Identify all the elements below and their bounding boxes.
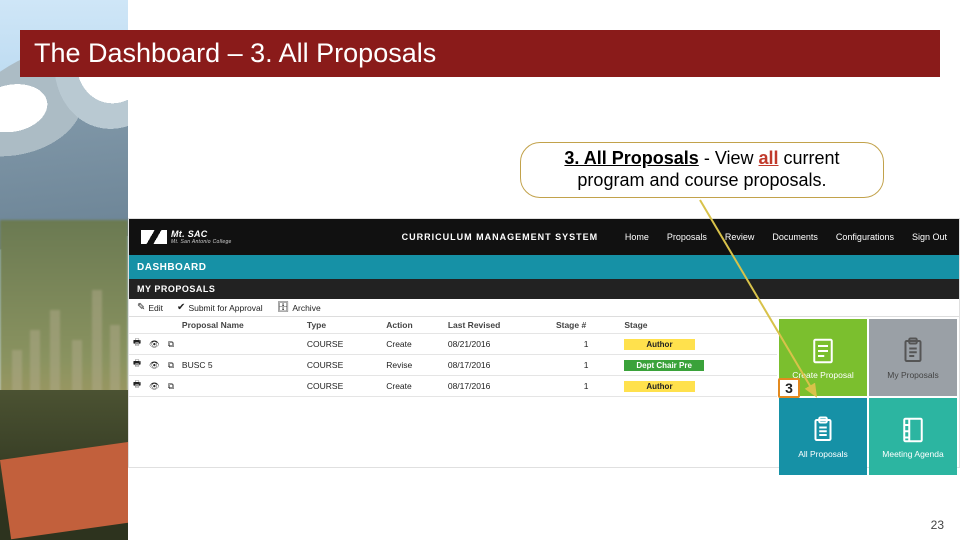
row-view-icon[interactable]: 👁 bbox=[145, 334, 164, 355]
table-row[interactable]: 🖶👁⧉ COURSECreate08/21/20161Author bbox=[129, 334, 777, 355]
nav-home[interactable]: Home bbox=[625, 232, 649, 242]
slide-number: 23 bbox=[931, 518, 944, 532]
tile-meeting-agenda[interactable]: Meeting Agenda bbox=[869, 398, 957, 475]
nav-review[interactable]: Review bbox=[725, 232, 755, 242]
action-tiles: Create Proposal My Proposals All Proposa… bbox=[777, 317, 959, 477]
edit-button[interactable]: ✎Edit bbox=[137, 303, 163, 313]
row-print-icon[interactable]: 🖶 bbox=[129, 355, 145, 376]
cell-stage: Author bbox=[620, 334, 777, 355]
notebook-icon bbox=[898, 415, 928, 445]
cell-stagenum: 1 bbox=[552, 334, 620, 355]
check-icon: ✔ bbox=[177, 303, 185, 313]
tile-all-proposals[interactable]: All Proposals bbox=[779, 398, 867, 475]
row-view-icon[interactable]: 👁 bbox=[145, 376, 164, 397]
callout-bubble: 3. All Proposals - View all current prog… bbox=[520, 142, 884, 198]
cell-type: COURSE bbox=[303, 376, 382, 397]
tile-my-proposals[interactable]: My Proposals bbox=[869, 319, 957, 396]
cell-action: Create bbox=[382, 376, 444, 397]
clipboard-icon bbox=[898, 336, 928, 366]
cell-date: 08/21/2016 bbox=[444, 334, 552, 355]
archive-icon: 🗄 bbox=[277, 303, 290, 313]
dashboard-band: DASHBOARD bbox=[129, 255, 959, 279]
cell-type: COURSE bbox=[303, 334, 382, 355]
top-nav: Home Proposals Review Documents Configur… bbox=[625, 232, 947, 242]
cell-stage: Author bbox=[620, 376, 777, 397]
cell-stagenum: 1 bbox=[552, 376, 620, 397]
row-copy-icon[interactable]: ⧉ bbox=[164, 376, 178, 397]
clipboard-list-icon bbox=[808, 415, 838, 445]
nav-documents[interactable]: Documents bbox=[772, 232, 818, 242]
callout-heading: 3. All Proposals bbox=[564, 148, 698, 168]
document-plus-icon bbox=[808, 336, 838, 366]
my-proposals-band: MY PROPOSALS bbox=[129, 279, 959, 299]
archive-button[interactable]: 🗄Archive bbox=[277, 303, 321, 313]
nav-signout[interactable]: Sign Out bbox=[912, 232, 947, 242]
row-copy-icon[interactable]: ⧉ bbox=[164, 355, 178, 376]
cell-name bbox=[178, 376, 303, 397]
cell-stagenum: 1 bbox=[552, 355, 620, 376]
table-row[interactable]: 🖶👁⧉BUSC 5COURSERevise08/17/20161Dept Cha… bbox=[129, 355, 777, 376]
row-print-icon[interactable]: 🖶 bbox=[129, 334, 145, 355]
app-header: Mt. SAC Mt. San Antonio College CURRICUL… bbox=[129, 219, 959, 255]
cell-type: COURSE bbox=[303, 355, 382, 376]
cell-name: BUSC 5 bbox=[178, 355, 303, 376]
row-view-icon[interactable]: 👁 bbox=[145, 355, 164, 376]
cell-date: 08/17/2016 bbox=[444, 376, 552, 397]
app-screenshot: Mt. SAC Mt. San Antonio College CURRICUL… bbox=[128, 218, 960, 468]
row-print-icon[interactable]: 🖶 bbox=[129, 376, 145, 397]
logo-icon bbox=[141, 230, 167, 244]
cell-action: Create bbox=[382, 334, 444, 355]
cell-stage: Dept Chair Pre bbox=[620, 355, 777, 376]
table-header-row: Proposal Name Type Action Last Revised S… bbox=[129, 317, 777, 334]
pencil-icon: ✎ bbox=[137, 303, 145, 313]
row-copy-icon[interactable]: ⧉ bbox=[164, 334, 178, 355]
slide-title-bar: The Dashboard – 3. All Proposals bbox=[20, 30, 940, 77]
table-row[interactable]: 🖶👁⧉ COURSECreate08/17/20161Author bbox=[129, 376, 777, 397]
nav-proposals[interactable]: Proposals bbox=[667, 232, 707, 242]
cell-action: Revise bbox=[382, 355, 444, 376]
background-photo bbox=[0, 0, 128, 540]
logo: Mt. SAC Mt. San Antonio College bbox=[141, 229, 232, 245]
proposals-toolbar: ✎Edit ✔Submit for Approval 🗄Archive bbox=[129, 299, 959, 317]
slide-title: The Dashboard – 3. All Proposals bbox=[34, 38, 436, 69]
system-name: CURRICULUM MANAGEMENT SYSTEM bbox=[402, 232, 599, 242]
nav-configurations[interactable]: Configurations bbox=[836, 232, 894, 242]
cell-name bbox=[178, 334, 303, 355]
submit-button[interactable]: ✔Submit for Approval bbox=[177, 303, 263, 313]
callout-line2: program and course proposals. bbox=[577, 170, 826, 192]
cell-date: 08/17/2016 bbox=[444, 355, 552, 376]
step-badge-3: 3 bbox=[778, 378, 800, 398]
proposals-table: Proposal Name Type Action Last Revised S… bbox=[129, 317, 777, 477]
